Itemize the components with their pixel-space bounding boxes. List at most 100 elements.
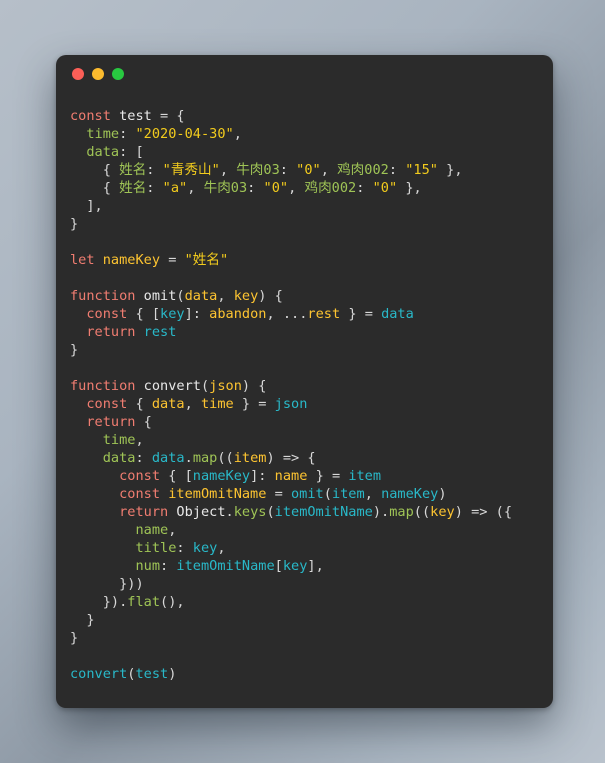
code-token: {: [143, 414, 152, 430]
code-token: } =: [340, 306, 382, 322]
code-token: flat: [127, 594, 161, 610]
code-token: num: [135, 558, 161, 574]
code-token: (),: [160, 594, 185, 610]
code-token: abandon: [209, 306, 267, 322]
code-line: return {: [70, 413, 553, 431]
code-token: {: [135, 396, 152, 412]
code-token: data: [86, 144, 120, 160]
code-token: data: [151, 450, 185, 466]
code-token: ): [168, 666, 177, 682]
code-token: (: [266, 504, 275, 520]
code-token: convert: [143, 378, 201, 394]
code-token: })): [70, 576, 144, 592]
code-line: data: data.map((item) => {: [70, 449, 553, 467]
code-line: function omit(data, key) {: [70, 287, 553, 305]
code-token: 姓名: [119, 162, 147, 178]
minimize-button-icon[interactable]: [92, 68, 104, 80]
code-token: :: [135, 450, 152, 466]
code-token: let: [70, 252, 103, 268]
code-token: keys: [233, 504, 267, 520]
code-token: function: [70, 378, 144, 394]
close-button-icon[interactable]: [72, 68, 84, 80]
code-token: omit: [291, 486, 324, 502]
code-token: ,: [217, 288, 234, 304]
code-token: ) {: [241, 378, 267, 394]
code-token: :: [247, 180, 264, 196]
code-token: }).: [70, 594, 128, 610]
code-token: ((: [217, 450, 234, 466]
code-token: item: [233, 450, 267, 466]
code-token: "0": [296, 162, 321, 178]
code-token: time: [200, 396, 234, 412]
code-token: const: [70, 108, 120, 124]
code-token: } =: [307, 468, 349, 484]
code-token: ,: [320, 162, 338, 178]
code-token: "姓名": [184, 252, 229, 268]
code-token: { [: [135, 306, 161, 322]
code-token: "青秀山": [162, 162, 220, 178]
code-token: item: [348, 468, 382, 484]
code-token: },: [397, 180, 422, 196]
code-token: ,: [219, 162, 237, 178]
code-token: [: [274, 558, 283, 574]
code-line: const test = {: [70, 107, 553, 125]
code-token: itemOmitName: [176, 558, 275, 574]
code-token: }: [70, 630, 79, 646]
code-token: :: [146, 162, 163, 178]
code-line: }: [70, 341, 553, 359]
code-line: function convert(json) {: [70, 377, 553, 395]
code-token: const: [86, 306, 136, 322]
code-token: "0": [372, 180, 398, 196]
code-line: const itemOmitName = omit(item, nameKey): [70, 485, 553, 503]
code-token: ,: [168, 522, 177, 538]
code-token: 牛肉03: [236, 162, 280, 178]
window-titlebar[interactable]: [56, 55, 553, 93]
code-token: { [: [168, 468, 193, 484]
code-token: time: [86, 126, 120, 142]
code-token: {: [70, 162, 120, 178]
code-token: ]:: [184, 306, 210, 322]
code-token: function: [70, 288, 144, 304]
code-token: itemOmitName: [168, 486, 267, 502]
code-token: key: [192, 540, 218, 556]
code-token: ,: [233, 126, 242, 142]
code-token: ,: [184, 396, 201, 412]
code-line: convert(test): [70, 665, 553, 683]
code-line: const { [nameKey]: name } = item: [70, 467, 553, 485]
code-token: ]:: [250, 468, 275, 484]
code-token: : [: [119, 144, 144, 160]
code-line: return rest: [70, 323, 553, 341]
code-token: Object: [176, 504, 226, 520]
code-token: 鸡肉002: [337, 162, 389, 178]
maximize-button-icon[interactable]: [112, 68, 124, 80]
code-token: nameKey: [102, 252, 161, 268]
code-token: data: [102, 450, 136, 466]
code-token: =: [266, 486, 291, 502]
code-token: ],: [307, 558, 324, 574]
code-token: key: [430, 504, 455, 520]
code-line: { 姓名: "青秀山", 牛肉03: "0", 鸡肉002: "15" },: [70, 161, 553, 179]
code-token: json: [209, 378, 242, 394]
code-token: time: [102, 432, 136, 448]
code-token: ,: [217, 540, 226, 556]
code-editor-window: const test = { time: "2020-04-30", data:…: [56, 55, 553, 708]
code-token: } =: [233, 396, 275, 412]
code-token: ],: [70, 198, 103, 214]
code-line: ],: [70, 197, 553, 215]
code-token: name: [274, 468, 308, 484]
code-token: test: [135, 666, 169, 682]
code-line: const { data, time } = json: [70, 395, 553, 413]
code-token: const: [86, 396, 136, 412]
code-content[interactable]: const test = { time: "2020-04-30", data:…: [56, 93, 553, 683]
code-token: return: [119, 504, 177, 520]
code-token: =: [160, 252, 185, 268]
code-token: ) {: [258, 288, 283, 304]
code-token: (: [323, 486, 332, 502]
code-line: name,: [70, 521, 553, 539]
